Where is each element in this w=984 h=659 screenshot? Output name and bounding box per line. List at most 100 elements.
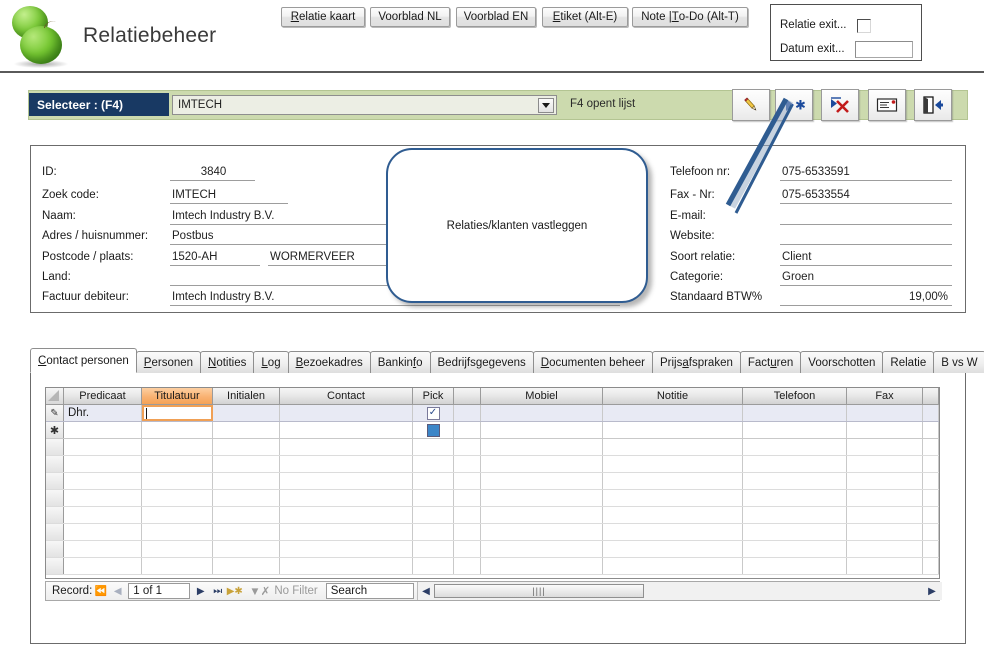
table-cell[interactable] <box>603 422 743 438</box>
tab-personen[interactable]: Personen <box>135 351 202 373</box>
edit-pencil-icon[interactable] <box>732 89 770 121</box>
tab-bedrijfsgegevens[interactable]: Bedrijfs g egevens <box>429 351 534 373</box>
new-record-icon[interactable]: ✱ <box>775 89 813 121</box>
header-button-2[interactable]: Voorblad NL <box>370 7 450 27</box>
table-cell[interactable] <box>743 405 847 421</box>
table-row-empty <box>46 507 939 524</box>
column-header-blank-11[interactable] <box>923 388 939 404</box>
no-filter-button[interactable]: ▼✗ No Filter <box>249 584 317 598</box>
table-cell[interactable] <box>280 405 413 421</box>
column-header-telefoon[interactable]: Telefoon <box>743 388 847 404</box>
new-row-asterisk-icon[interactable]: ✱ <box>46 422 64 438</box>
column-header-notitie[interactable]: Notitie <box>603 388 743 404</box>
tab-b-vs-w[interactable]: B vs W <box>933 351 984 373</box>
detail-left-value-1[interactable]: 3840 <box>170 166 255 181</box>
table-cell-empty <box>603 524 743 540</box>
scroll-left-arrow[interactable]: ◀ <box>418 586 434 597</box>
table-cell[interactable]: Dhr. <box>64 405 142 421</box>
detail-right-value-4[interactable] <box>780 230 952 245</box>
column-header-pick[interactable]: Pick <box>413 388 454 404</box>
table-cell[interactable] <box>847 422 923 438</box>
header-button-5[interactable]: Note | To-Do (Alt-T) <box>632 7 748 27</box>
table-cell-empty <box>923 456 939 472</box>
tab-bankinfo[interactable]: Bankin f o <box>369 351 431 373</box>
tab-documenten-beheer[interactable]: Documenten beheer <box>532 351 653 373</box>
horizontal-scrollbar[interactable]: ◀ |||| ▶ <box>417 582 942 600</box>
detail-right-label-1: Telefoon nr: <box>670 166 731 178</box>
datasheet-header-row: Predicaat Titulatuur Initialen Contact Pick M… <box>46 388 939 405</box>
table-cell[interactable] <box>142 422 213 438</box>
tab-notities[interactable]: Notities <box>200 351 255 373</box>
column-header-mobiel[interactable]: Mobiel <box>481 388 603 404</box>
apple-shape-big <box>20 26 62 64</box>
next-record-button[interactable]: ▶ <box>192 583 209 599</box>
pick-checkbox[interactable] <box>413 422 454 438</box>
tab-log[interactable]: Log <box>253 351 289 373</box>
table-cell-empty <box>481 473 603 489</box>
detail-right-value-6[interactable]: Groen <box>780 271 952 286</box>
detail-right-value-7[interactable]: 19,00% <box>780 291 952 306</box>
table-cell[interactable] <box>213 422 280 438</box>
relatie-exit-checkbox[interactable] <box>857 19 871 33</box>
chevron-down-icon[interactable] <box>538 97 554 113</box>
tab-voorschotten[interactable]: Voorschotten <box>800 351 884 373</box>
header-button-4[interactable]: Etiket (Alt-E) <box>542 7 628 27</box>
table-cell-empty <box>142 456 213 472</box>
table-cell[interactable] <box>923 405 939 421</box>
column-header-blank-6[interactable] <box>454 388 481 404</box>
search-input[interactable]: Search <box>325 583 414 599</box>
scrollbar-thumb[interactable]: |||| <box>434 584 644 598</box>
relatie-select-combobox[interactable]: IMTECH <box>172 95 557 115</box>
tab-contact-personen[interactable]: Contact personen <box>30 348 137 373</box>
table-cell[interactable] <box>481 422 603 438</box>
detail-right-value-3[interactable] <box>780 210 952 225</box>
detail-right-label-4: Website: <box>670 230 715 242</box>
tab-prijsafspraken[interactable]: Prijs a fspraken <box>651 351 741 373</box>
tab-panel-contact-personen: Predicaat Titulatuur Initialen Contact Pick M… <box>30 372 966 644</box>
table-row[interactable]: ✱ <box>46 422 939 439</box>
first-record-button[interactable]: ⏪ <box>92 583 109 599</box>
tab-facturen[interactable]: Fact u ren <box>739 351 802 373</box>
cell-editing[interactable] <box>142 405 213 421</box>
new-record-button[interactable]: ▶✱ <box>226 583 243 599</box>
column-header-titulatuur[interactable]: Titulatuur <box>142 388 213 404</box>
tab-bezoekadres[interactable]: Bezoekadres <box>287 351 371 373</box>
pick-checkbox[interactable]: ✓ <box>413 405 454 421</box>
table-cell[interactable] <box>454 422 481 438</box>
header-button-3[interactable]: Voorblad EN <box>456 7 536 27</box>
table-cell-empty <box>454 473 481 489</box>
column-header-contact[interactable]: Contact <box>280 388 413 404</box>
table-cell[interactable] <box>743 422 847 438</box>
scroll-right-arrow[interactable]: ▶ <box>924 586 940 597</box>
table-cell[interactable] <box>481 405 603 421</box>
datasheet-corner-selector[interactable] <box>46 388 64 404</box>
table-cell[interactable] <box>280 422 413 438</box>
row-edit-indicator-icon[interactable]: ✎ <box>46 405 64 421</box>
delete-record-icon[interactable] <box>821 89 859 121</box>
tab-relatie[interactable]: Relatie <box>882 351 935 373</box>
column-header-predicaat[interactable]: Predicaat <box>64 388 142 404</box>
table-cell[interactable] <box>603 405 743 421</box>
contact-persons-datasheet[interactable]: Predicaat Titulatuur Initialen Contact Pick M… <box>45 387 940 579</box>
previous-record-button[interactable]: ◀ <box>109 583 126 599</box>
table-cell[interactable] <box>64 422 142 438</box>
table-cell[interactable] <box>923 422 939 438</box>
column-header-initialen[interactable]: Initialen <box>213 388 280 404</box>
detail-right-value-5[interactable]: Client <box>780 251 952 266</box>
table-cell[interactable] <box>213 405 280 421</box>
detail-left-value-5[interactable]: 1520-AH <box>170 251 260 266</box>
column-header-fax[interactable]: Fax <box>847 388 923 404</box>
detail-right-value-2[interactable]: 075-6533554 <box>780 189 952 204</box>
table-cell-empty <box>64 558 142 574</box>
header-button-1[interactable]: Relatie kaart <box>281 7 365 27</box>
table-cell[interactable] <box>847 405 923 421</box>
table-row[interactable]: ✎ Dhr. ✓ <box>46 405 939 422</box>
record-position-box[interactable]: 1 of 1 <box>128 583 191 599</box>
detail-left-value-2[interactable]: IMTECH <box>170 189 288 204</box>
last-record-button[interactable]: ⏭ <box>209 583 226 599</box>
email-icon[interactable] <box>868 89 906 121</box>
exit-icon[interactable] <box>914 89 952 121</box>
table-cell[interactable] <box>454 405 481 421</box>
detail-right-value-1[interactable]: 075-6533591 <box>780 166 952 181</box>
datum-exit-field[interactable] <box>855 41 913 58</box>
